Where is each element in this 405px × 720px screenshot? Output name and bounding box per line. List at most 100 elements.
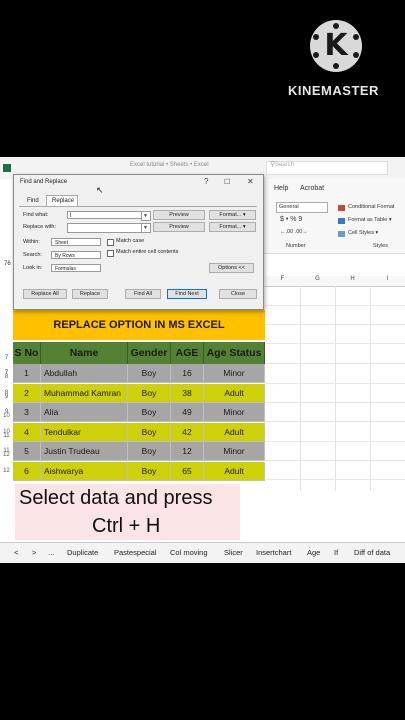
maximize-icon[interactable]: ☐	[224, 178, 230, 186]
cell-sno[interactable]: 2	[13, 383, 41, 403]
tab-find[interactable]: Find	[27, 198, 39, 204]
cell-age-status[interactable]: Adult	[204, 383, 265, 403]
column-header-f[interactable]: F	[265, 276, 301, 287]
header-gender[interactable]: Gender	[128, 342, 171, 364]
cell-name[interactable]: Aishwarya	[41, 461, 128, 481]
cell-gender[interactable]: Boy	[128, 442, 171, 461]
cell-gender[interactable]: Boy	[128, 403, 171, 422]
number-format-dropdown[interactable]: General	[276, 202, 328, 213]
look-in-select[interactable]: Formulas	[51, 264, 101, 272]
cell-name[interactable]: Tendulkar	[41, 422, 128, 442]
find-what-input[interactable]: l	[67, 211, 143, 219]
sheet-scroll-left-button[interactable]: <	[14, 548, 18, 557]
sheet-tab-insertchart[interactable]: Insertchart	[256, 548, 291, 557]
sheet-more-button[interactable]: ...	[48, 548, 54, 557]
cell-age-status[interactable]: Adult	[204, 461, 265, 481]
options-button[interactable]: Options <<	[209, 263, 254, 273]
styles-group-label: Styles	[373, 243, 388, 249]
match-case-checkbox[interactable]	[107, 239, 114, 246]
cell-age-status[interactable]: Adult	[204, 422, 265, 442]
cell-age[interactable]: 38	[171, 383, 204, 403]
sheet-tab-diff-of-data[interactable]: Diff of data	[354, 548, 390, 557]
sheet-tab-slicer[interactable]: Slicer	[224, 548, 243, 557]
cell-styles-button[interactable]: Cell Styles ▾	[348, 230, 378, 236]
row-number[interactable]: 10	[0, 429, 13, 435]
within-select[interactable]: Sheet	[51, 238, 101, 246]
header-sno[interactable]: S No	[13, 342, 41, 364]
cell-name[interactable]: Abdullah	[41, 364, 128, 383]
within-value: Sheet	[55, 240, 69, 246]
header-age-status[interactable]: Age Status	[204, 342, 265, 364]
cell-age[interactable]: 49	[171, 403, 204, 422]
replace-all-button[interactable]: Replace All	[23, 289, 67, 299]
sheet-tab-col-moving[interactable]: Col moving	[170, 548, 208, 557]
format-label: Format...	[219, 224, 242, 230]
cell-age[interactable]: 16	[171, 364, 204, 383]
cell-sno[interactable]: 3	[13, 403, 41, 422]
cell-sno[interactable]: 4	[13, 422, 41, 442]
cell-age[interactable]: 65	[171, 461, 204, 481]
decimal-buttons[interactable]: ←.00 .00→	[280, 229, 308, 235]
match-entire-checkbox[interactable]	[107, 250, 114, 257]
cell-age[interactable]: 42	[171, 422, 204, 442]
column-header-i[interactable]: I	[370, 276, 405, 287]
help-icon[interactable]: ?	[204, 177, 208, 186]
look-in-value: Formulas	[55, 266, 76, 272]
tab-replace[interactable]: Replace	[52, 198, 74, 204]
number-symbols[interactable]: $ • % 9	[280, 216, 302, 223]
close-icon[interactable]: ✕	[247, 177, 254, 186]
name-box[interactable]: 76	[4, 261, 11, 267]
cell-age-status[interactable]: Minor	[204, 442, 265, 461]
replace-with-input[interactable]	[67, 223, 145, 233]
sheet-tab-duplicate[interactable]: Duplicate	[67, 548, 98, 557]
cell-sno[interactable]: 5	[13, 442, 41, 461]
cell-name[interactable]: Justin Trudeau	[41, 442, 128, 461]
replace-history-dropdown[interactable]: ▼	[141, 223, 151, 233]
row-number[interactable]: 7	[0, 370, 13, 376]
cell-gender[interactable]: Boy	[128, 383, 171, 403]
row-number[interactable]: 9	[0, 409, 13, 415]
cell-age-status[interactable]: Minor	[204, 403, 265, 422]
row-number[interactable]: 11	[0, 448, 13, 454]
gridline	[265, 324, 405, 325]
tab-acrobat[interactable]: Acrobat	[300, 185, 324, 192]
replace-format-button[interactable]: Format... ▾	[209, 222, 256, 232]
row-number[interactable]: 8	[0, 390, 13, 396]
cell-sno[interactable]: 6	[13, 461, 41, 481]
find-format-button[interactable]: Format... ▾	[209, 210, 256, 220]
replace-button[interactable]: Replace	[72, 289, 108, 299]
sheet-tab-if[interactable]: If	[334, 548, 338, 557]
find-next-label: Find Next	[175, 291, 199, 297]
column-letter: I	[386, 276, 389, 282]
cell-sno[interactable]: 1	[13, 364, 41, 383]
sheet-scroll-right-button[interactable]: >	[32, 548, 36, 557]
format-as-table-button[interactable]: Format as Table ▾	[348, 217, 392, 223]
cell-age[interactable]: 12	[171, 442, 204, 461]
replace-preview-button[interactable]: Preview	[153, 222, 205, 232]
sheet-tab-age[interactable]: Age	[307, 548, 320, 557]
header-name[interactable]: Name	[41, 342, 128, 364]
cell-age-status[interactable]: Minor	[204, 364, 265, 383]
find-history-dropdown[interactable]: ▼	[141, 211, 151, 221]
gridline	[265, 305, 405, 306]
cell-gender[interactable]: Boy	[128, 422, 171, 442]
find-preview-button[interactable]: Preview	[153, 210, 205, 220]
gridline	[265, 479, 405, 480]
close-button[interactable]: Close	[219, 289, 257, 299]
row-number[interactable]: 12	[0, 468, 13, 474]
conditional-formatting-button[interactable]: Conditional Format	[348, 204, 394, 210]
row-number[interactable]: 7	[0, 355, 13, 361]
sheet-tab-pastespecial[interactable]: Pastespecial	[114, 548, 157, 557]
find-all-button[interactable]: Find All	[125, 289, 161, 299]
cell-name[interactable]: Muhammad Kamran	[41, 383, 128, 403]
column-header-g[interactable]: G	[300, 276, 336, 287]
header-age[interactable]: AGE	[171, 342, 204, 364]
tab-help[interactable]: Help	[274, 185, 288, 192]
column-header-h[interactable]: H	[335, 276, 371, 287]
cell-gender[interactable]: Boy	[128, 364, 171, 383]
cell-name[interactable]: Alia	[41, 403, 128, 422]
close-label: Close	[230, 291, 246, 297]
cell-gender[interactable]: Boy	[128, 461, 171, 481]
search-select[interactable]: By Rows	[51, 251, 101, 259]
find-next-button[interactable]: Find Next	[167, 289, 207, 299]
